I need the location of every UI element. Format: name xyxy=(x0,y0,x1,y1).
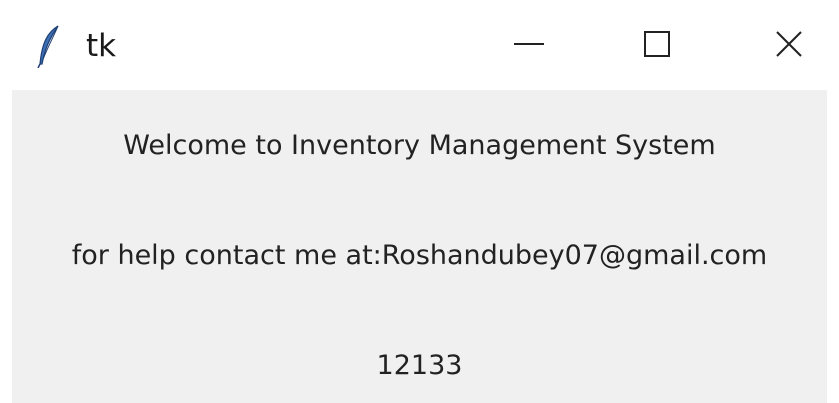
tk-window: tk Welcome to Inventory Management Syste… xyxy=(0,0,839,403)
maximize-icon xyxy=(640,27,674,65)
number-label: 12133 xyxy=(376,350,463,381)
maximize-button[interactable] xyxy=(612,12,702,80)
close-icon xyxy=(772,27,806,65)
title-bar[interactable]: tk xyxy=(0,0,839,90)
close-button[interactable] xyxy=(744,12,834,80)
help-contact-label: for help contact me at:Roshandubey07@gma… xyxy=(71,240,768,271)
window-title: tk xyxy=(86,28,117,64)
welcome-label: Welcome to Inventory Management System xyxy=(123,130,716,161)
window-client-area: Welcome to Inventory Management System f… xyxy=(12,90,827,403)
minimize-icon xyxy=(512,27,546,65)
minimize-button[interactable] xyxy=(484,12,574,80)
feather-icon xyxy=(36,24,62,69)
